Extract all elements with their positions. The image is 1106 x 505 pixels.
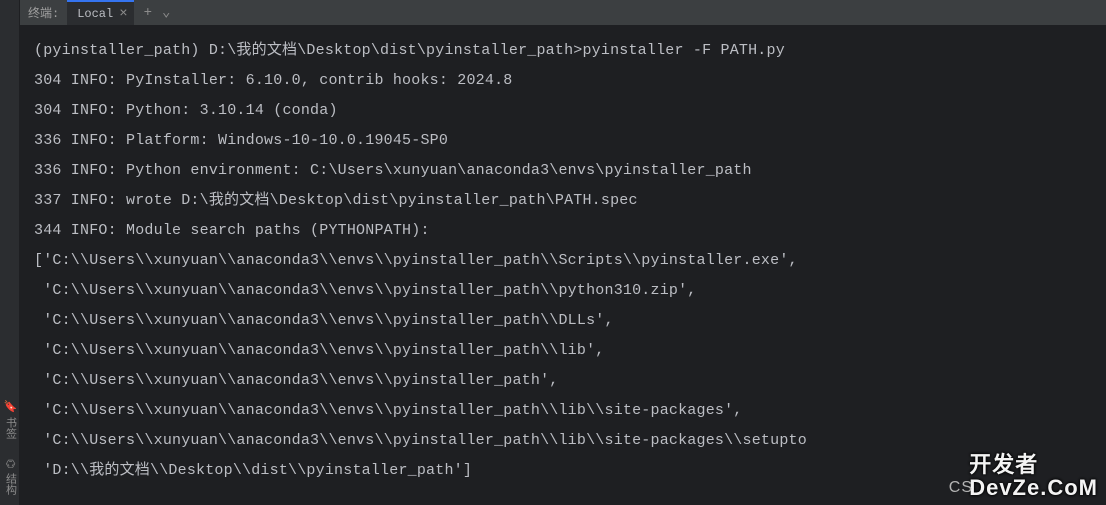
terminal-line: 'D:\\我的文档\\Desktop\\dist\\pyinstaller_pa…: [34, 456, 1106, 486]
terminal-dropdown-button[interactable]: ⌄: [162, 4, 170, 21]
terminal-line: 'C:\\Users\\xunyuan\\anaconda3\\envs\\py…: [34, 426, 1106, 456]
structure-icon: ⌬: [3, 459, 16, 469]
close-icon[interactable]: ×: [119, 6, 127, 22]
terminal-label: 终端:: [20, 4, 67, 21]
terminal-line: 'C:\\Users\\xunyuan\\anaconda3\\envs\\py…: [34, 396, 1106, 426]
add-terminal-button[interactable]: +: [144, 5, 152, 21]
terminal-line: 304 INFO: PyInstaller: 6.10.0, contrib h…: [34, 66, 1106, 96]
terminal-output[interactable]: (pyinstaller_path) D:\我的文档\Desktop\dist\…: [20, 26, 1106, 505]
terminal-line: 336 INFO: Python environment: C:\Users\x…: [34, 156, 1106, 186]
terminal-line: 'C:\\Users\\xunyuan\\anaconda3\\envs\\py…: [34, 306, 1106, 336]
terminal-tab-local[interactable]: Local ×: [67, 0, 133, 25]
terminal-line: ['C:\\Users\\xunyuan\\anaconda3\\envs\\p…: [34, 246, 1106, 276]
sidebar-bookmarks-label: 书签: [2, 417, 18, 439]
terminal-line: 304 INFO: Python: 3.10.14 (conda): [34, 96, 1106, 126]
terminal-line: (pyinstaller_path) D:\我的文档\Desktop\dist\…: [34, 36, 1106, 66]
bookmark-icon: 🔖: [3, 400, 16, 413]
terminal-line: 'C:\\Users\\xunyuan\\anaconda3\\envs\\py…: [34, 366, 1106, 396]
terminal-line: 336 INFO: Platform: Windows-10-10.0.1904…: [34, 126, 1106, 156]
terminal-line: 'C:\\Users\\xunyuan\\anaconda3\\envs\\py…: [34, 276, 1106, 306]
terminal-line: 'C:\\Users\\xunyuan\\anaconda3\\envs\\py…: [34, 336, 1106, 366]
terminal-line: 344 INFO: Module search paths (PYTHONPAT…: [34, 216, 1106, 246]
terminal-line: 337 INFO: wrote D:\我的文档\Desktop\dist\pyi…: [34, 186, 1106, 216]
sidebar-structure-label: 结构: [2, 473, 18, 495]
tab-bar-actions: + ⌄: [134, 4, 171, 21]
terminal-tab-bar: 终端: Local × + ⌄: [20, 0, 1106, 26]
sidebar-bookmarks[interactable]: 🔖 书签: [2, 400, 18, 439]
sidebar-structure[interactable]: ⌬ 结构: [2, 459, 18, 495]
left-tool-sidebar: 🔖 书签 ⌬ 结构: [0, 0, 20, 505]
terminal-tab-label: Local: [77, 7, 113, 21]
